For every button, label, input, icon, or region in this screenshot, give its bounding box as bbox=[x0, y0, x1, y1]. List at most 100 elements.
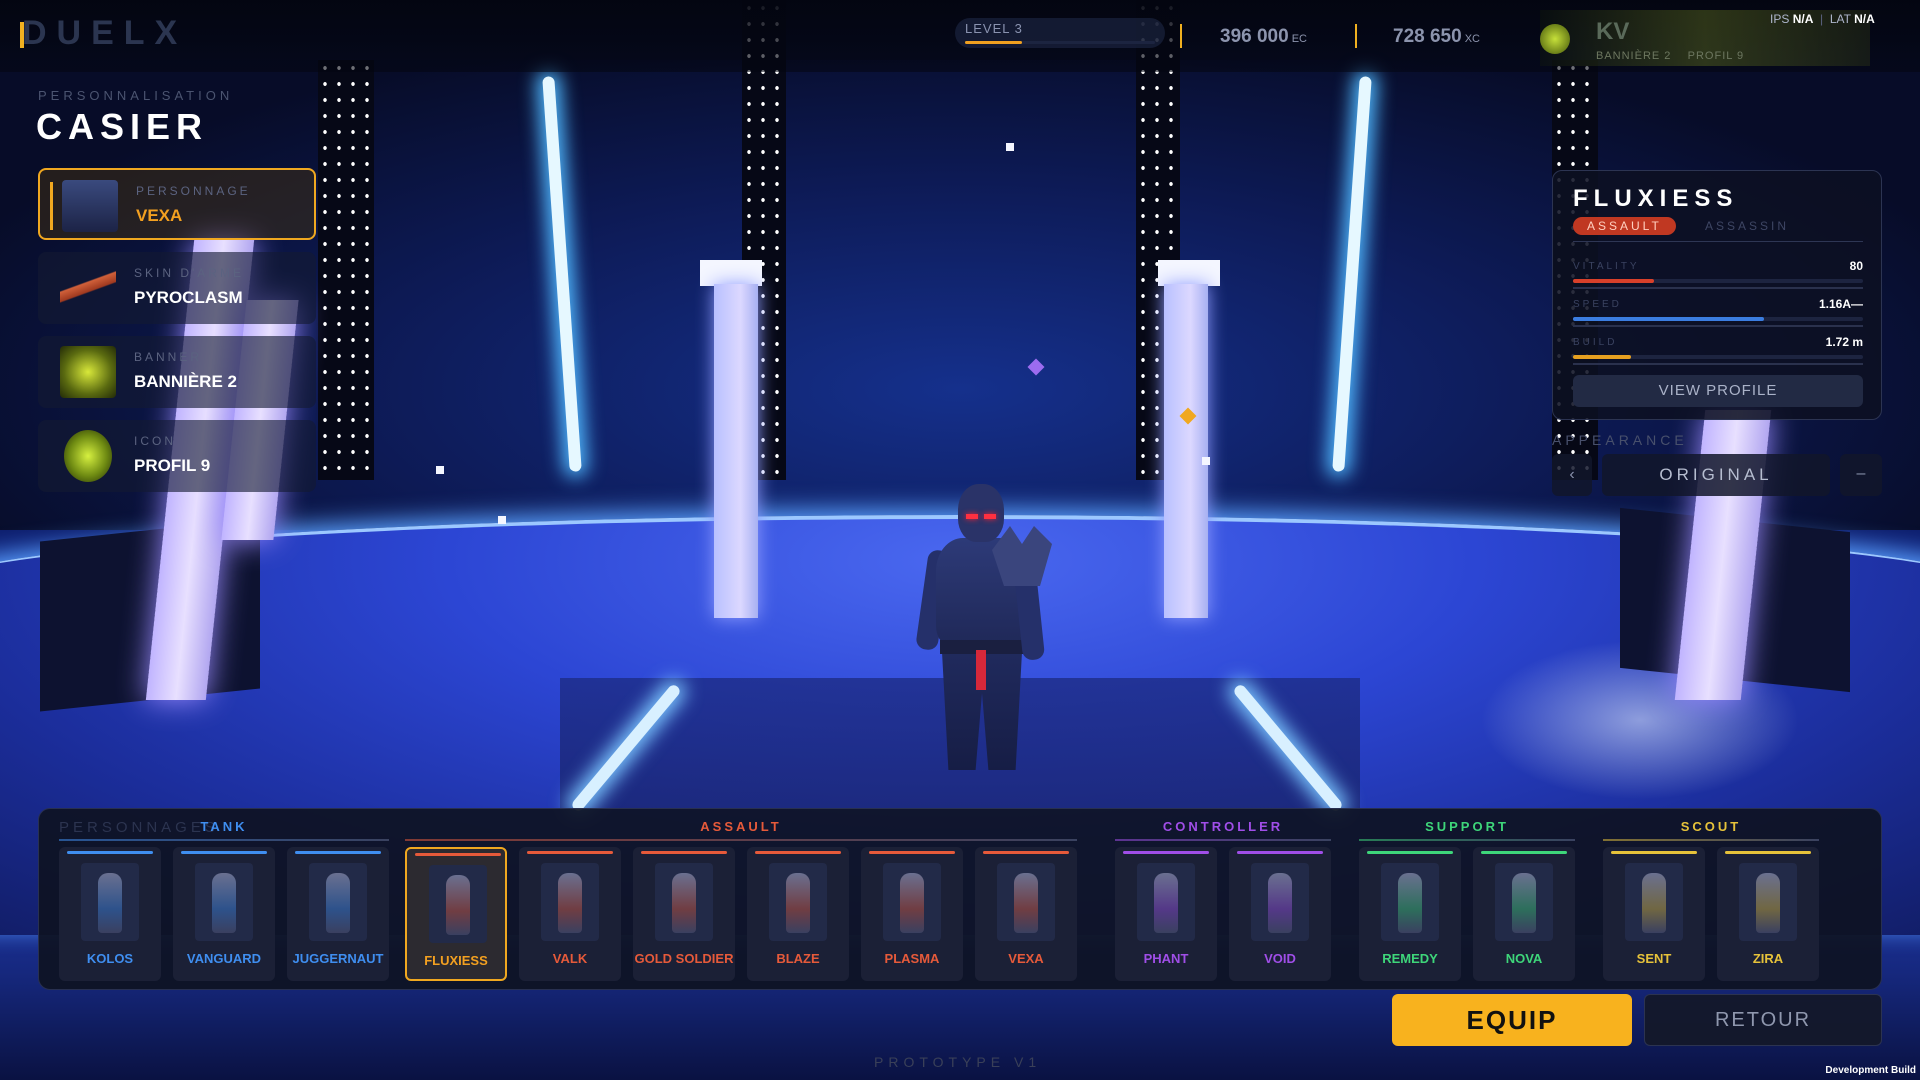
character-portrait bbox=[883, 863, 941, 941]
banner-thumb-icon bbox=[60, 346, 116, 398]
starfield-column bbox=[318, 60, 374, 480]
slot-category: PERSONNAGE bbox=[136, 184, 251, 198]
character-portrait bbox=[655, 863, 713, 941]
roster-group-tank: TANK KOLOS VANGUARD JUGGERNAUT bbox=[59, 817, 389, 987]
character-card-name: VOID bbox=[1264, 951, 1296, 966]
character-card-name: KOLOS bbox=[86, 951, 134, 966]
stat-label: VITALITY bbox=[1573, 261, 1640, 272]
floating-cube bbox=[498, 516, 506, 524]
character-card-void[interactable]: VOID bbox=[1229, 847, 1331, 981]
card-class-bar bbox=[181, 851, 267, 854]
slot-value: BANNIÈRE 2 bbox=[134, 372, 237, 391]
character-card-name: VALK bbox=[552, 951, 588, 966]
back-button[interactable]: RETOUR bbox=[1644, 994, 1882, 1046]
character-portrait bbox=[429, 865, 487, 943]
character-card-plasma[interactable]: PLASMA bbox=[861, 847, 963, 981]
character-card-vexa[interactable]: VEXA bbox=[975, 847, 1077, 981]
stat-bar-fill bbox=[1573, 355, 1631, 359]
character-card-name: PHANT bbox=[1143, 951, 1189, 966]
character-card-blaze[interactable]: BLAZE bbox=[747, 847, 849, 981]
roster-group-underline bbox=[405, 839, 1077, 841]
character-figure bbox=[1756, 873, 1780, 933]
dev-build-label: Development Build bbox=[1825, 1065, 1916, 1076]
character-figure bbox=[558, 873, 582, 933]
roster-group-underline bbox=[59, 839, 389, 841]
stat-bar bbox=[1573, 317, 1863, 321]
slot-character[interactable]: PERSONNAGE VEXA bbox=[38, 168, 316, 240]
currency-ec-value: 396 000 bbox=[1220, 26, 1289, 47]
roster-group-name: TANK bbox=[200, 819, 248, 834]
character-figure bbox=[446, 875, 470, 935]
character-card-fluxiess[interactable]: FLUXIESS bbox=[405, 847, 507, 981]
role-badge-primary: ASSAULT bbox=[1573, 217, 1676, 235]
slot-category: SKIN D'ARME bbox=[134, 266, 244, 280]
appearance-next-button[interactable]: – bbox=[1840, 454, 1882, 496]
appearance-label: APPEARANCE bbox=[1552, 432, 1688, 448]
character-card-remedy[interactable]: REMEDY bbox=[1359, 847, 1461, 981]
character-info-panel: FLUXIESS ASSAULT ASSASSIN VITALITY 80 SP… bbox=[1552, 170, 1882, 420]
character-card-sent[interactable]: SENT bbox=[1603, 847, 1705, 981]
rifle-thumb-icon bbox=[60, 262, 116, 314]
lat-label: LAT bbox=[1829, 12, 1851, 26]
slot-value: PYROCLASM bbox=[134, 288, 243, 307]
view-profile-button[interactable]: VIEW PROFILE bbox=[1573, 375, 1863, 407]
appearance-value[interactable]: ORIGINAL bbox=[1602, 454, 1830, 496]
character-card-phant[interactable]: PHANT bbox=[1115, 847, 1217, 981]
role-badge-secondary: ASSASSIN bbox=[1705, 219, 1790, 233]
level-progress-fill bbox=[965, 41, 1022, 44]
character-card-name: FLUXIESS bbox=[424, 953, 488, 968]
character-card-name: NOVA bbox=[1505, 951, 1543, 966]
equip-button[interactable]: EQUIP bbox=[1392, 994, 1632, 1046]
character-card-nova[interactable]: NOVA bbox=[1473, 847, 1575, 981]
currency-xc: 728 650 XC bbox=[1393, 26, 1480, 48]
slot-value: VEXA bbox=[136, 206, 183, 225]
profile-icon-name: PROFIL 9 bbox=[1687, 50, 1745, 62]
card-class-bar bbox=[869, 851, 955, 854]
character-name: FLUXIESS bbox=[1573, 185, 1739, 212]
character-portrait bbox=[1625, 863, 1683, 941]
roster-group-underline bbox=[1603, 839, 1819, 841]
character-figure bbox=[1268, 873, 1292, 933]
currency-separator bbox=[1355, 24, 1357, 48]
ips-value: N/A bbox=[1792, 12, 1814, 26]
character-shoulder-armor bbox=[992, 526, 1052, 586]
card-class-bar bbox=[1725, 851, 1811, 854]
profile-subtitle: BANNIÈRE 2 PROFIL 9 bbox=[1596, 50, 1744, 62]
stat-speed: SPEED 1.16A— bbox=[1573, 297, 1863, 329]
character-figure bbox=[786, 873, 810, 933]
character-card-gold-soldier[interactable]: GOLD SOLDIER bbox=[633, 847, 735, 981]
character-card-vanguard[interactable]: VANGUARD bbox=[173, 847, 275, 981]
character-card-zira[interactable]: ZIRA bbox=[1717, 847, 1819, 981]
pillar bbox=[714, 284, 758, 618]
network-stats: IPS N/A | LAT N/A bbox=[1770, 12, 1875, 26]
stat-bar bbox=[1573, 355, 1863, 359]
character-card-valk[interactable]: VALK bbox=[519, 847, 621, 981]
character-figure bbox=[1014, 873, 1038, 933]
character-card-name: REMEDY bbox=[1382, 951, 1438, 966]
roster-group-assault: ASSAULT FLUXIESS VALK GOLD SOLDIER BLAZE PLAS… bbox=[405, 817, 1077, 987]
net-separator: | bbox=[1820, 12, 1824, 26]
character-figure bbox=[326, 873, 350, 933]
character-portrait bbox=[541, 863, 599, 941]
character-eye bbox=[984, 514, 996, 519]
floating-cube bbox=[1006, 143, 1014, 151]
character-card-juggernaut[interactable]: JUGGERNAUT bbox=[287, 847, 389, 981]
character-model[interactable] bbox=[900, 480, 1060, 770]
character-portrait bbox=[195, 863, 253, 941]
roster-group-name: CONTROLLER bbox=[1162, 819, 1284, 834]
card-class-bar bbox=[1367, 851, 1453, 854]
floating-cube bbox=[436, 466, 444, 474]
appearance-prev-button[interactable]: ‹ bbox=[1552, 454, 1592, 496]
character-eye bbox=[966, 514, 978, 519]
slot-icon[interactable]: ICON PROFIL 9 bbox=[38, 420, 316, 492]
slot-weapon-skin[interactable]: SKIN D'ARME PYROCLASM bbox=[38, 252, 316, 324]
stat-vitality: VITALITY 80 bbox=[1573, 259, 1863, 291]
slot-banner[interactable]: BANNER BANNIÈRE 2 bbox=[38, 336, 316, 408]
card-class-bar bbox=[1123, 851, 1209, 854]
game-logo: DUELX bbox=[22, 14, 188, 52]
profile-banner-name: BANNIÈRE 2 bbox=[1596, 50, 1672, 62]
pillar bbox=[1164, 284, 1208, 618]
stat-build: BUILD 1.72 m bbox=[1573, 335, 1863, 367]
player-name: KV bbox=[1596, 18, 1630, 45]
character-card-kolos[interactable]: KOLOS bbox=[59, 847, 161, 981]
